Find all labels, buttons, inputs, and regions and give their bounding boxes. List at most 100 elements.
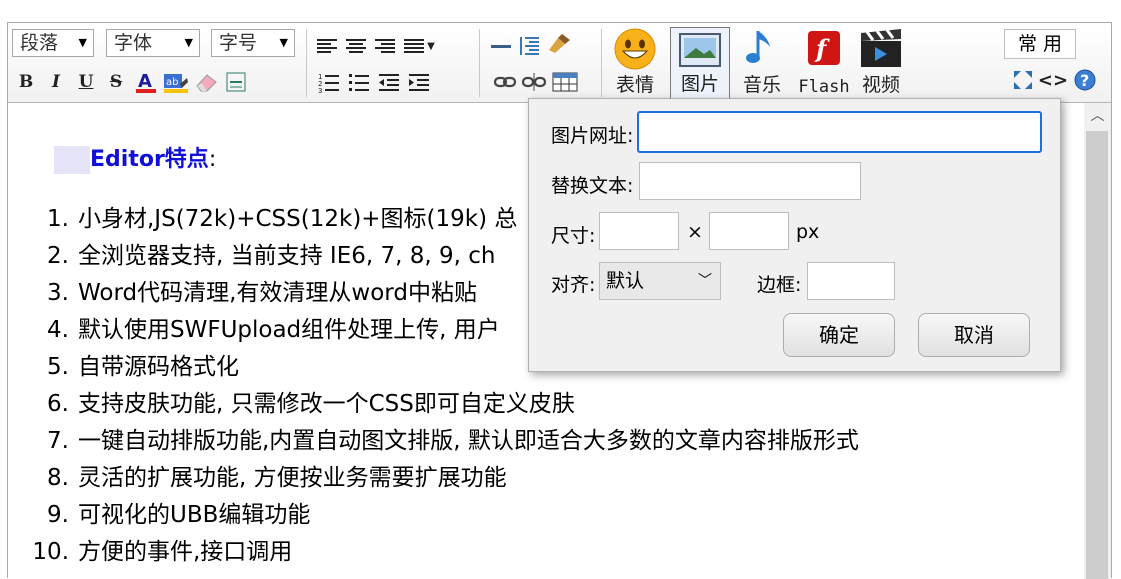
- help-icon[interactable]: ?: [1072, 67, 1098, 93]
- svg-text:A: A: [138, 71, 152, 92]
- align-select-value: 默认: [606, 270, 645, 292]
- list-item-text: 一键自动排版功能,内置自动图文排版, 默认即适合大多数的文章内容排版形式: [78, 428, 859, 454]
- insert-image-dialog: 图片网址: 替换文本: 尺寸: × px 对齐: 默认 ﹀ 边框: 确定 取消: [528, 98, 1061, 372]
- list-item-number: 1.: [47, 206, 69, 232]
- list-item: 8. 灵活的扩展功能, 方便按业务需要扩展功能: [8, 460, 859, 497]
- flash-icon: f: [808, 31, 840, 65]
- fullscreen-icon[interactable]: [1010, 67, 1036, 93]
- table-icon[interactable]: [552, 69, 578, 95]
- svg-text:?: ?: [1080, 71, 1089, 90]
- list-item: 7. 一键自动排版功能,内置自动图文排版, 默认即适合大多数的文章内容排版形式: [8, 423, 859, 460]
- content-title: Editor特点:: [54, 141, 216, 174]
- ok-button[interactable]: 确定: [783, 313, 895, 357]
- font-color-icon[interactable]: A: [133, 69, 159, 95]
- common-button[interactable]: 常 用: [1004, 29, 1076, 59]
- title-colon: :: [208, 147, 217, 172]
- list-item-text: 方便的事件,接口调用: [78, 539, 293, 565]
- bold-icon[interactable]: B: [13, 69, 39, 95]
- list-item-number: 4.: [47, 317, 69, 343]
- unordered-list-icon[interactable]: [346, 69, 372, 95]
- image-url-label: 图片网址:: [551, 125, 634, 147]
- link-icon[interactable]: [492, 69, 518, 95]
- cancel-button[interactable]: 取消: [918, 313, 1030, 357]
- svg-text:ab: ab: [166, 77, 178, 88]
- vertical-scrollbar[interactable]: ︿: [1084, 103, 1111, 579]
- music-label: 音乐: [742, 74, 781, 96]
- font-label: 字体: [114, 32, 153, 54]
- scrollbar-thumb[interactable]: [1086, 131, 1108, 579]
- border-label: 边框:: [757, 274, 802, 296]
- list-item: 9. 可视化的UBB编辑功能: [8, 497, 859, 534]
- toolbar-separator: [479, 29, 480, 97]
- title-text: Editor特点: [90, 147, 209, 172]
- strikethrough-icon[interactable]: S: [103, 69, 129, 95]
- toolbar-separator: [601, 29, 602, 97]
- font-size-label: 字号: [219, 32, 258, 54]
- unit-label: px: [796, 221, 820, 243]
- format-brush-icon[interactable]: [546, 31, 572, 57]
- image-url-input[interactable]: [637, 111, 1042, 153]
- border-input[interactable]: [807, 262, 895, 300]
- chevron-down-icon: ▼: [184, 36, 193, 49]
- list-item-number: 9.: [47, 502, 69, 528]
- indent-icon[interactable]: [406, 69, 432, 95]
- list-item-number: 2.: [47, 243, 69, 269]
- page-break-icon[interactable]: [517, 33, 543, 59]
- horizontal-line-icon[interactable]: [488, 33, 514, 59]
- italic-icon[interactable]: I: [43, 69, 69, 95]
- outdent-icon[interactable]: [376, 69, 402, 95]
- height-input[interactable]: [709, 212, 789, 250]
- unlink-icon[interactable]: [521, 69, 547, 95]
- toolbar-separator: [306, 29, 307, 97]
- image-label: 图片: [680, 73, 719, 95]
- list-item-number: 5.: [47, 354, 69, 380]
- source-code-icon[interactable]: <>: [1038, 67, 1068, 93]
- video-clapper-icon: [861, 29, 901, 67]
- list-item: 10. 方便的事件,接口调用: [8, 534, 859, 571]
- size-label: 尺寸:: [551, 225, 596, 247]
- video-label: 视频: [861, 74, 900, 96]
- underline-icon[interactable]: U: [73, 69, 99, 95]
- emotion-label: 表情: [615, 74, 654, 96]
- align-center-icon[interactable]: [343, 33, 369, 59]
- alt-text-input[interactable]: [639, 162, 861, 200]
- ordered-list-icon[interactable]: 123: [316, 69, 342, 95]
- width-input[interactable]: [599, 212, 679, 250]
- video-button[interactable]: 视频: [851, 27, 911, 99]
- font-dropdown[interactable]: 字体 ▼: [106, 29, 200, 57]
- list-item-text: 支持皮肤功能, 只需修改一个CSS即可自定义皮肤: [78, 391, 575, 417]
- align-left-icon[interactable]: [314, 33, 340, 59]
- list-item-text: 小身材,JS(72k)+CSS(12k)+图标(19k) 总: [78, 206, 518, 232]
- list-item-number: 6.: [47, 391, 69, 417]
- image-button[interactable]: 图片: [670, 27, 730, 99]
- chevron-down-icon: ▼: [279, 36, 288, 49]
- list-item-text: 自带源码格式化: [78, 354, 239, 380]
- eraser-icon[interactable]: [193, 69, 219, 95]
- emotion-button[interactable]: 表情: [605, 27, 665, 99]
- flash-label: Flash: [798, 77, 850, 97]
- list-item-text: 默认使用SWFUpload组件处理上传, 用户: [78, 317, 500, 343]
- chevron-down-icon: ﹀: [698, 273, 712, 289]
- highlight-color-icon[interactable]: ab: [163, 69, 189, 95]
- smiley-icon: [614, 28, 656, 70]
- align-right-icon[interactable]: [372, 33, 398, 59]
- list-item-text: 可视化的UBB编辑功能: [78, 502, 311, 528]
- alt-text-label: 替换文本:: [551, 175, 634, 197]
- music-note-icon: [746, 31, 770, 63]
- font-size-dropdown[interactable]: 字号 ▼: [211, 29, 295, 57]
- chevron-down-icon[interactable]: ▼: [424, 33, 438, 59]
- editor-toolbar: 段落 ▼ 字体 ▼ 字号 ▼ B I U S A ab ▼ 1 2 3 表情 图…: [8, 23, 1111, 103]
- chevron-down-icon: ▼: [78, 36, 87, 49]
- list-item-text: 灵活的扩展功能, 方便按业务需要扩展功能: [78, 465, 507, 491]
- list-item-number: 10.: [32, 539, 69, 565]
- svg-text:3: 3: [318, 87, 322, 93]
- scroll-up-icon[interactable]: ︿: [1084, 103, 1111, 129]
- paragraph-dropdown[interactable]: 段落 ▼: [12, 29, 94, 57]
- horizontal-rule-icon[interactable]: [223, 69, 249, 95]
- list-item-number: 8.: [47, 465, 69, 491]
- flash-button[interactable]: f Flash: [793, 27, 855, 99]
- align-label: 对齐:: [551, 274, 596, 296]
- align-select[interactable]: 默认 ﹀: [599, 262, 721, 300]
- music-button[interactable]: 音乐: [732, 27, 792, 99]
- list-item: 6. 支持皮肤功能, 只需修改一个CSS即可自定义皮肤: [8, 386, 859, 423]
